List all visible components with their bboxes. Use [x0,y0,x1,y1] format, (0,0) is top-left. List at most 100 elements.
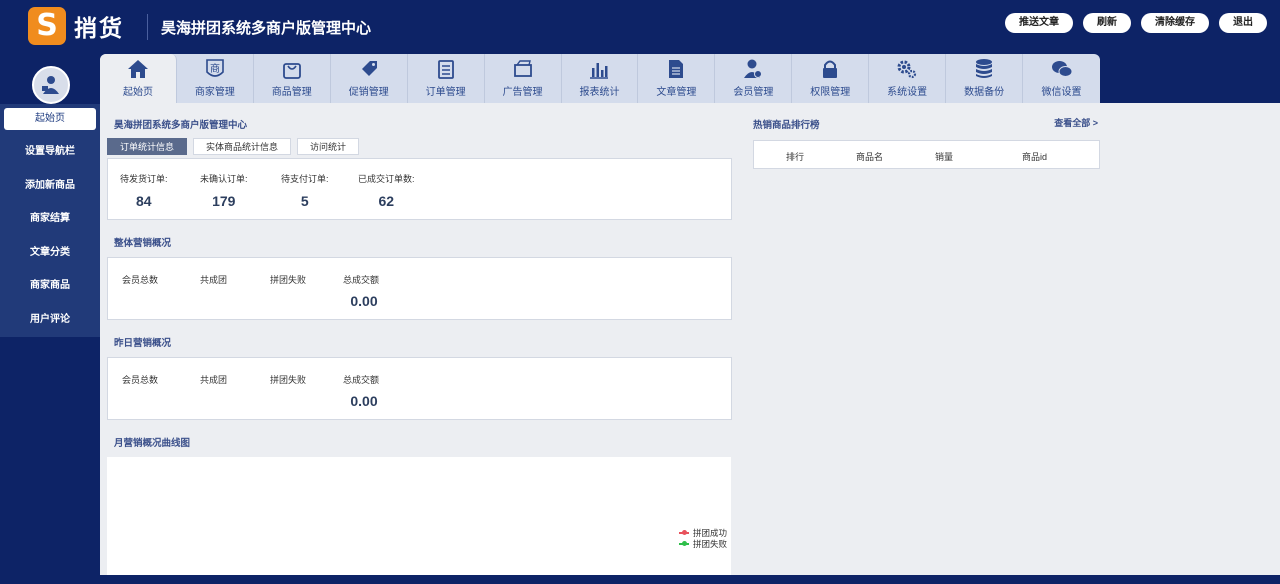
stat-value: 62 [378,193,395,209]
svg-text:商: 商 [210,62,220,75]
stat-value: 5 [300,193,309,209]
tab-order-stats[interactable]: 订单统计信息 [107,138,188,155]
stat-label: 总成交额 [343,275,380,285]
total-sales-stat: 总成交额 0.00 [343,373,379,409]
page-title: 昊海拼团系统多商户版管理中心 [161,20,372,37]
tab-label: 会员管理 [733,87,774,98]
tab-articles[interactable]: 文章管理 [638,54,716,103]
tab-label: 权限管理 [810,87,851,98]
order-stats-panel: 待发货订单: 84 未确认订单: 179 待支付订单: 5 已成交订单数: 62 [107,158,732,220]
gear-icon [896,58,918,80]
tab-system-settings[interactable]: 系统设置 [869,54,947,103]
stat-label: 未确认订单: [200,174,248,184]
tab-label: 数据备份 [964,87,1005,98]
column-rank: 排行 [786,152,805,162]
sidebar-item-article-category[interactable]: 文章分类 [0,236,100,270]
tab-label: 商品管理 [271,87,312,98]
column-sales: 销量 [935,152,954,162]
overall-panel: 会员总数 共成团 拼团失败 总成交额 0.00 [107,257,732,320]
legend-item-success[interactable]: 拼团成功 [679,527,727,538]
user-icon [742,58,764,80]
legend-label: 拼团失败 [693,538,728,549]
tab-label: 系统设置 [887,87,928,98]
sidebar-item-nav-settings[interactable]: 设置导航栏 [0,135,100,169]
monthly-title: 月营销概况曲线图 [114,438,191,449]
card-icon [512,58,534,80]
stats-tabs: 订单统计信息 实体商品统计信息 访问统计 [107,138,360,155]
clear-cache-button[interactable]: 清除缓存 [1141,13,1209,33]
panel-title: 昊海拼团系统多商户版管理中心 [114,120,248,131]
stat-label: 待发货订单: [120,174,168,184]
column-product-name: 商品名 [856,152,884,162]
tab-wechat[interactable]: 微信设置 [1023,54,1100,103]
wechat-icon [1051,58,1073,80]
total-sales-stat: 总成交额 0.00 [343,273,379,309]
stat-value: 84 [135,193,152,209]
tab-ads[interactable]: 广告管理 [485,54,562,103]
tab-label: 微信设置 [1041,87,1082,98]
user-delivery-icon [42,76,59,94]
logo-text: 捎货 [74,15,124,41]
shop-icon: 商 [204,58,226,80]
tab-reports[interactable]: 报表统计 [562,54,639,103]
ranking-title: 热销商品排行榜 [753,120,820,131]
refresh-button[interactable]: 刷新 [1083,13,1131,33]
database-icon [973,58,995,80]
tab-permissions[interactable]: 权限管理 [792,54,870,103]
header-actions: 推送文章 刷新 清除缓存 退出 [1005,13,1267,33]
bar-chart-icon [588,58,610,80]
stat-label: 已成交订单数: [358,174,415,184]
document-icon [665,58,687,80]
main-content: 昊海拼团系统多商户版管理中心 订单统计信息 实体商品统计信息 访问统计 待发货订… [100,103,1280,575]
stat-value: 0.00 [350,293,378,309]
yesterday-title: 昨日营销概况 [114,338,172,349]
tab-label: 文章管理 [656,87,697,98]
sidebar-item-merchant-settlement[interactable]: 商家结算 [0,202,100,236]
legend-swatch [679,529,689,535]
tab-members[interactable]: 会员管理 [715,54,793,103]
tab-visit-stats[interactable]: 访问统计 [297,138,360,155]
sidebar-item-home[interactable]: 起始页 [4,108,96,130]
monthly-chart-panel: 拼团成功 拼团失败 [107,457,731,575]
tab-backup[interactable]: 数据备份 [946,54,1024,103]
pending-payment-stat: 待支付订单: 5 [281,172,329,209]
sidebar-item-merchant-products[interactable]: 商家商品 [0,269,100,303]
sidebar: 起始页 设置导航栏 添加新商品 商家结算 文章分类 商家商品 用户评论 [0,104,100,337]
ranking-table: 排行 商品名 销量 商品id [753,140,1100,169]
tab-label: 商家管理 [194,87,235,98]
avatar[interactable] [32,66,70,104]
sidebar-item-add-product[interactable]: 添加新商品 [0,169,100,203]
logo-badge: S [28,7,66,45]
pending-shipment-stat: 待发货订单: 84 [120,172,168,209]
column-product-id: 商品id [1022,152,1048,162]
view-all-link[interactable]: 查看全部 > [1054,116,1098,129]
lock-icon [819,58,841,80]
push-article-button[interactable]: 推送文章 [1005,13,1073,33]
tab-products[interactable]: 商品管理 [254,54,331,103]
overall-title: 整体营销概况 [114,238,172,249]
tab-label: 起始页 [122,87,153,98]
group-failed-label: 拼团失败 [270,375,307,385]
tab-product-stats[interactable]: 实体商品统计信息 [193,138,292,155]
tab-home[interactable]: 起始页 [100,54,177,103]
bag-icon [281,58,303,80]
tab-label: 报表统计 [579,87,620,98]
tab-label: 广告管理 [502,87,543,98]
chart-legend: 拼团成功 拼团失败 [679,527,727,549]
home-icon [127,58,149,80]
tab-orders[interactable]: 订单管理 [408,54,485,103]
stat-label: 待支付订单: [281,174,329,184]
tab-label: 订单管理 [425,87,466,98]
member-total-label: 会员总数 [122,375,159,385]
logout-button[interactable]: 退出 [1219,13,1267,33]
legend-item-failed[interactable]: 拼团失败 [679,538,727,549]
tab-promotion[interactable]: 促销管理 [331,54,408,103]
sidebar-item-user-reviews[interactable]: 用户评论 [0,303,100,337]
tab-label: 促销管理 [348,87,389,98]
tab-merchant[interactable]: 商 商家管理 [177,54,254,103]
clipboard-icon [435,58,457,80]
member-total-label: 会员总数 [122,275,159,285]
legend-swatch [679,540,689,546]
completed-order-stat: 已成交订单数: 62 [358,172,415,209]
stat-value: 179 [212,193,236,209]
